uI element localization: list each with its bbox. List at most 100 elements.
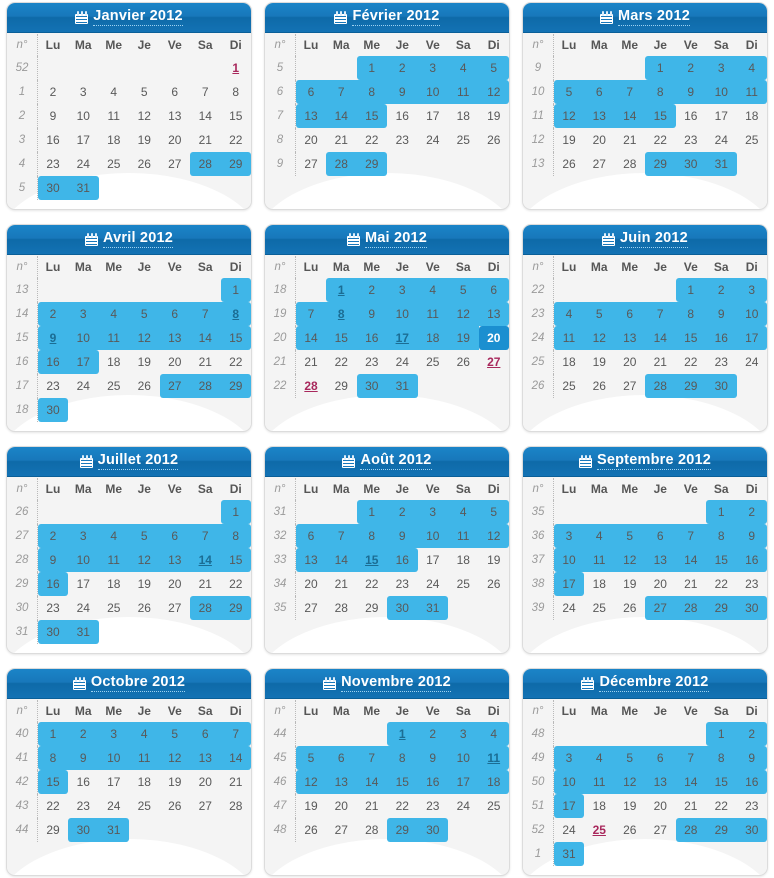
day-cell[interactable]: 23 [418,794,449,818]
day-cell[interactable]: 7 [190,80,221,104]
day-cell[interactable]: 15 [356,104,387,128]
day-cell[interactable]: 2 [37,524,68,548]
day-cell[interactable]: 5 [159,722,190,746]
day-cell[interactable]: 28 [675,596,706,620]
day-cell[interactable]: 12 [129,548,160,572]
day-cell[interactable]: 13 [159,326,190,350]
day-cell[interactable]: 29 [706,818,737,842]
day-cell[interactable]: 26 [129,152,160,176]
day-cell[interactable]: 23 [357,350,388,374]
day-cell[interactable]: 7 [326,80,357,104]
day-cell[interactable]: 2 [387,500,418,524]
day-cell[interactable]: 12 [129,326,160,350]
day-cell[interactable]: 31 [68,176,99,200]
day-cell[interactable]: 6 [645,524,676,548]
day-cell[interactable]: 17 [68,128,99,152]
day-cell[interactable]: 9 [675,80,706,104]
day-cell[interactable]: 7 [190,524,221,548]
day-cell[interactable]: 8 [706,524,737,548]
day-cell[interactable]: 25 [737,128,768,152]
day-cell[interactable]: 6 [326,746,357,770]
day-cell[interactable]: 17 [553,572,584,596]
day-cell[interactable]: 7 [675,524,706,548]
day-cell[interactable]: 26 [448,350,479,374]
month-title[interactable]: Juillet 2012 [97,453,179,470]
day-cell[interactable]: 22 [357,128,388,152]
day-cell[interactable]: 24 [554,596,585,620]
day-cell[interactable]: 12 [478,80,509,104]
day-cell[interactable]: 2 [68,722,99,746]
day-cell[interactable]: 5 [478,56,509,80]
day-cell[interactable]: 21 [190,350,221,374]
day-cell[interactable]: 9 [68,746,99,770]
day-cell[interactable]: 9 [37,326,68,350]
day-cell[interactable]: 16 [68,770,99,794]
day-cell[interactable]: 25 [584,818,615,842]
day-cell[interactable]: 20 [645,794,676,818]
day-cell[interactable]: 23 [737,794,768,818]
day-cell[interactable]: 28 [675,818,706,842]
day-cell[interactable]: 28 [357,818,388,842]
day-cell[interactable]: 26 [129,374,160,398]
day-cell[interactable]: 6 [478,278,509,302]
day-cell[interactable]: 18 [99,350,130,374]
month-title[interactable]: Mars 2012 [618,9,690,26]
day-cell[interactable]: 4 [584,524,615,548]
day-cell[interactable]: 6 [614,302,645,326]
day-cell[interactable]: 4 [736,56,767,80]
day-cell[interactable]: 2 [675,56,706,80]
day-cell[interactable]: 19 [615,794,646,818]
day-cell[interactable]: 10 [68,548,99,572]
day-cell[interactable]: 5 [614,524,645,548]
day-cell[interactable]: 24 [418,572,449,596]
day-cell[interactable]: 23 [676,128,707,152]
day-cell[interactable]: 29 [220,152,251,176]
day-cell[interactable]: 29 [220,596,251,620]
day-cell[interactable]: 14 [295,326,326,350]
day-cell[interactable]: 11 [99,104,130,128]
day-cell[interactable]: 19 [129,572,160,596]
day-cell[interactable]: 7 [220,722,251,746]
day-cell[interactable]: 11 [584,770,615,794]
day-cell[interactable]: 8 [220,524,251,548]
day-cell[interactable]: 18 [584,794,615,818]
day-cell[interactable]: 21 [221,770,252,794]
day-cell[interactable]: 12 [614,548,645,572]
day-cell[interactable]: 17 [553,794,584,818]
day-cell[interactable]: 13 [478,302,509,326]
day-cell[interactable]: 15 [221,104,252,128]
day-cell[interactable]: 15 [387,770,418,794]
day-cell[interactable]: 29 [356,152,387,176]
day-cell[interactable]: 2 [736,500,767,524]
day-cell[interactable]: 29 [645,152,676,176]
day-cell[interactable]: 11 [736,80,767,104]
day-cell[interactable]: 28 [296,374,327,398]
day-cell[interactable]: 10 [417,80,448,104]
day-cell[interactable]: 30 [37,176,68,200]
day-cell[interactable]: 8 [326,302,357,326]
day-cell[interactable]: 23 [706,350,737,374]
day-cell[interactable]: 22 [387,794,418,818]
day-cell[interactable]: 12 [614,770,645,794]
day-cell[interactable]: 10 [68,104,99,128]
day-cell[interactable]: 13 [190,746,221,770]
day-cell[interactable]: 20 [296,128,327,152]
day-cell[interactable]: 15 [645,104,676,128]
day-cell[interactable]: 7 [356,746,387,770]
day-cell[interactable]: 11 [98,548,129,572]
day-cell[interactable]: 18 [584,572,615,596]
month-title[interactable]: Septembre 2012 [596,453,712,470]
day-cell[interactable]: 2 [356,278,387,302]
day-cell[interactable]: 25 [99,374,130,398]
day-cell[interactable]: 8 [221,80,252,104]
day-cell[interactable]: 4 [553,302,584,326]
day-cell[interactable]: 19 [129,128,160,152]
day-cell[interactable]: 11 [448,80,479,104]
day-cell[interactable]: 3 [68,524,99,548]
day-cell[interactable]: 30 [37,620,68,644]
day-cell[interactable]: 27 [584,152,615,176]
day-cell[interactable]: 25 [129,794,160,818]
day-cell[interactable]: 15 [706,548,737,572]
day-cell[interactable]: 7 [190,302,221,326]
day-cell[interactable]: 14 [190,548,221,572]
